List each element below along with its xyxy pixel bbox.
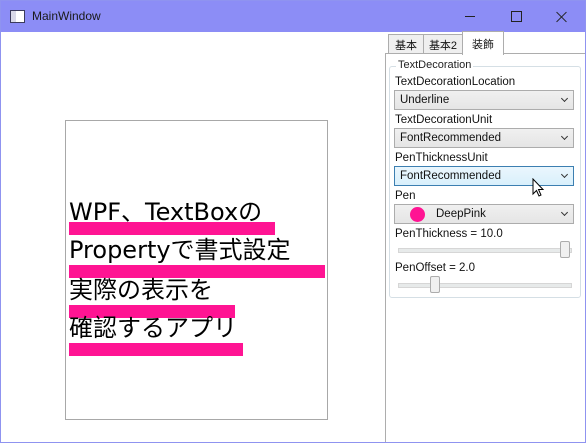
color-swatch [410, 207, 425, 222]
location-value: Underline [400, 94, 450, 106]
text-line: Propertyで書式設定 [69, 236, 291, 264]
title-bar[interactable]: MainWindow [1, 1, 585, 32]
unit-value: FontRecommended [400, 132, 501, 144]
minimize-button[interactable] [447, 1, 493, 32]
pen-combo[interactable]: DeepPink [394, 204, 574, 224]
text-line: 確認するアプリ [69, 314, 237, 342]
tab-kihon2[interactable]: 基本2 [423, 34, 463, 54]
chevron-down-icon [560, 132, 569, 141]
tab-kihon[interactable]: 基本 [388, 34, 424, 54]
close-icon [556, 11, 568, 23]
chevron-down-icon [560, 208, 569, 217]
thickness-label: PenThickness = 10.0 [395, 228, 503, 240]
pen-value: DeepPink [436, 208, 486, 220]
close-button[interactable] [539, 1, 585, 32]
mouse-cursor-icon [532, 178, 545, 197]
text-underline [69, 343, 243, 356]
location-combo[interactable]: Underline [394, 90, 574, 110]
pen-unit-value: FontRecommended [400, 170, 501, 182]
chevron-down-icon [560, 170, 569, 179]
group-header: TextDecoration [396, 59, 474, 71]
unit-label: TextDecorationUnit [395, 114, 493, 126]
location-label: TextDecorationLocation [395, 76, 516, 88]
minimize-icon [465, 16, 475, 17]
window-title: MainWindow [32, 9, 101, 23]
thickness-slider-track[interactable] [398, 248, 572, 253]
preview-textbox[interactable]: WPF、TextBoxの Propertyで書式設定 実際の表示を 確認するアプ… [65, 120, 328, 420]
offset-label: PenOffset = 2.0 [395, 262, 476, 274]
thickness-slider-thumb[interactable] [560, 241, 570, 258]
pen-unit-combo[interactable]: FontRecommended [394, 166, 574, 186]
tab-decoration[interactable]: 装飾 [462, 31, 504, 55]
text-line: WPF、TextBoxの [69, 198, 263, 226]
maximize-button[interactable] [493, 1, 539, 32]
window-icon [10, 10, 25, 23]
offset-slider-track[interactable] [398, 283, 572, 288]
chevron-down-icon [560, 94, 569, 103]
pen-label: Pen [395, 190, 416, 202]
unit-combo[interactable]: FontRecommended [394, 128, 574, 148]
pen-unit-label: PenThicknessUnit [395, 152, 488, 164]
text-line: 実際の表示を [69, 276, 213, 304]
maximize-icon [510, 11, 522, 22]
offset-slider-thumb[interactable] [430, 276, 441, 293]
